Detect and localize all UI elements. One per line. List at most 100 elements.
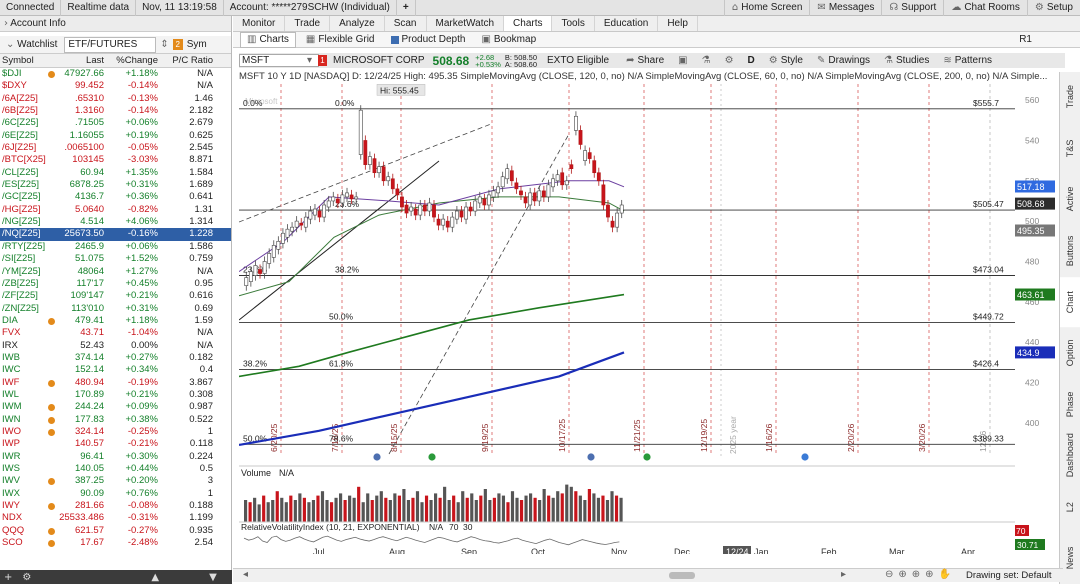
product-depth-subtab[interactable]: Product Depth [385, 33, 472, 47]
event-marker-icon[interactable] [643, 453, 651, 461]
side-tab-l2[interactable]: L2 [1060, 482, 1080, 532]
side-tab-trade[interactable]: Trade [1060, 72, 1080, 122]
watchlist-row[interactable]: /ZF[Z25] 109'147 +0.21% 0.616 [0, 290, 231, 302]
side-tab-chart[interactable]: Chart [1060, 276, 1080, 327]
watchlist-row[interactable]: IWB 374.14 +0.27% 0.182 [0, 352, 231, 364]
link-badge[interactable]: 1 [318, 55, 328, 66]
watchlist-row[interactable]: /HG[Z25] 5.0640 -0.82% 1.31 [0, 204, 231, 216]
watchlist-row[interactable]: /CL[Z25] 60.94 +1.35% 1.584 [0, 167, 231, 179]
messages-button[interactable]: ✉ Messages [809, 0, 881, 16]
snapshot-button[interactable]: ▣ [671, 55, 694, 66]
watchlist-row[interactable]: /6A[Z25] .65310 -0.13% 1.46 [0, 93, 231, 105]
watchlist-row[interactable]: IWN 177.83 +0.38% 0.522 [0, 414, 231, 426]
watchlist-row[interactable]: NDX 25533.486 -0.31% 1.199 [0, 512, 231, 524]
flexible-grid-subtab[interactable]: ▦ Flexible Grid [300, 33, 381, 47]
watchlist-row[interactable]: /6J[Z25] .0065100 -0.05% 2.545 [0, 142, 231, 154]
col-last[interactable]: Last [58, 54, 106, 67]
scroll-thumb[interactable] [669, 572, 695, 579]
side-tab-dashboard[interactable]: Dashboard [1060, 430, 1080, 480]
link-badge[interactable]: 2 [172, 39, 183, 50]
watchlist-row[interactable]: IWL 170.89 +0.21% 0.308 [0, 389, 231, 401]
menu-analyze[interactable]: Analyze [330, 16, 385, 31]
menu-marketwatch[interactable]: MarketWatch [427, 16, 505, 31]
side-tab-buttons[interactable]: Buttons [1060, 226, 1080, 276]
home-screen-button[interactable]: ⌂ Home Screen [723, 0, 810, 16]
watchlist-row[interactable]: /ES[Z25] 6878.25 +0.31% 1.689 [0, 179, 231, 191]
style-button[interactable]: ⚙ Style [762, 55, 810, 66]
timeframe-button[interactable]: D [741, 55, 762, 66]
support-button[interactable]: ☊ Support [881, 0, 943, 16]
watchlist-row[interactable]: /6C[Z25] .71505 +0.06% 2.679 [0, 117, 231, 129]
watchlist-row[interactable]: /ZN[Z25] 113'010 +0.31% 0.69 [0, 303, 231, 315]
horizontal-scrollbar[interactable]: ◂ ▸ ⊖⊕⊕⊕✋ Drawing set: Default [233, 568, 1063, 582]
watchlist-row[interactable]: IWO 324.14 -0.25% 1 [0, 426, 231, 438]
watchlist-row[interactable]: DIA 479.41 +1.18% 1.59 [0, 315, 231, 327]
watchlist-row[interactable]: IWC 152.14 +0.34% 0.4 [0, 364, 231, 376]
event-marker-icon[interactable] [428, 453, 436, 461]
watchlist-row[interactable]: IRX 52.43 0.00% N/A [0, 340, 231, 352]
side-tab-option-chain[interactable]: Option Chain [1060, 328, 1080, 378]
menu-help[interactable]: Help [658, 16, 698, 31]
col-symbol[interactable]: Symbol [0, 54, 50, 67]
settings-button[interactable]: ⚙ [718, 55, 741, 66]
drawings-button[interactable]: ✎ Drawings [810, 55, 877, 66]
event-marker-icon[interactable] [801, 453, 809, 461]
side-tab-t-s[interactable]: T&S [1060, 123, 1080, 173]
setup-button[interactable]: ⚙ Setup [1026, 0, 1080, 16]
watchlist-row[interactable]: IWS 140.05 +0.44% 0.5 [0, 463, 231, 475]
chevron-down-icon[interactable]: ▼ [209, 572, 217, 583]
studies-button[interactable]: ⚗ Studies [877, 55, 936, 66]
scroll-right-icon[interactable]: ▸ [841, 569, 846, 580]
watchlist-row[interactable]: /6B[Z25] 1.3160 -0.14% 2.182 [0, 105, 231, 117]
menu-tools[interactable]: Tools [552, 16, 595, 31]
watchlist-row[interactable]: IWV 387.25 +0.20% 3 [0, 475, 231, 487]
watchlist-row[interactable]: SCO 17.67 -2.48% 2.54 [0, 537, 231, 549]
col-change[interactable]: %Change [106, 54, 158, 67]
sort-icon[interactable]: ⇕ [160, 39, 168, 50]
watchlist-row[interactable]: IWM 244.24 +0.09% 0.987 [0, 401, 231, 413]
chevron-up-icon[interactable]: ▲ [151, 572, 159, 583]
chat-rooms-button[interactable]: ☁ Chat Rooms [943, 0, 1027, 16]
menu-scan[interactable]: Scan [385, 16, 427, 31]
price-chart[interactable]: Microsoft6/20/25 7/18/25 8/15/25 9/19/25 10/… [239, 84, 1015, 554]
watchlist-row[interactable]: /NQ[Z25] 25673.50 -0.16% 1.228 [0, 228, 231, 241]
watchlist-row[interactable]: /SI[Z25] 51.075 +1.52% 0.759 [0, 253, 231, 265]
menu-trade[interactable]: Trade [285, 16, 331, 31]
symbol-dropdown-icon[interactable]: ▾ [307, 55, 312, 66]
watchlist-row[interactable]: $DXY 99.452 -0.14% N/A [0, 80, 231, 92]
watchlist-row[interactable]: QQQ 621.57 -0.27% 0.935 [0, 525, 231, 537]
watchlist-row[interactable]: /NG[Z25] 4.514 +4.06% 1.314 [0, 216, 231, 228]
watchlist-row[interactable]: IWR 96.41 +0.30% 0.224 [0, 451, 231, 463]
side-tab-news[interactable]: News [1060, 533, 1080, 583]
event-marker-icon[interactable] [373, 453, 381, 461]
col-pc-ratio[interactable]: P/C Ratio [158, 54, 216, 67]
watchlist-row[interactable]: /ZB[Z25] 117'17 +0.45% 0.95 [0, 278, 231, 290]
scroll-left-icon[interactable]: ◂ [243, 569, 248, 580]
add-tab-button[interactable]: + [397, 0, 416, 16]
price-axis[interactable]: 560540520500480460440420400517.18508.684… [1015, 84, 1055, 554]
account-selector[interactable]: Account: *****279SCHW (Individual) [224, 0, 397, 16]
charts-subtab[interactable]: ▥ Charts [240, 31, 296, 48]
account-info-header[interactable]: › Account Info [0, 16, 231, 32]
menu-charts[interactable]: Charts [504, 16, 553, 31]
watchlist-row[interactable]: FVX 43.71 -1.04% N/A [0, 327, 231, 339]
patterns-button[interactable]: ≋ Patterns [936, 55, 999, 66]
side-tab-active-trader[interactable]: Active Trader [1060, 174, 1080, 224]
gear-icon[interactable]: ⚙ [22, 572, 31, 583]
watchlist-row[interactable]: /BTC[X25] 103145 -3.03% 8.871 [0, 154, 231, 166]
bookmap-subtab[interactable]: ▣ Bookmap [475, 33, 542, 47]
watchlist-row[interactable]: $DJI 47927.66 +1.18% N/A [0, 68, 231, 80]
watchlist-select[interactable]: ETF/FUTURES [64, 36, 157, 53]
side-tab-phase-scores[interactable]: Phase Scores [1060, 379, 1080, 429]
watchlist-row[interactable]: /6E[Z25] 1.16055 +0.19% 0.625 [0, 130, 231, 142]
zoom-tools[interactable]: ⊖⊕⊕⊕✋ [885, 569, 956, 580]
watchlist-row[interactable]: /RTY[Z25] 2465.9 +0.06% 1.586 [0, 241, 231, 253]
share-button[interactable]: ➦ Share [619, 55, 671, 66]
add-icon[interactable]: + [4, 572, 12, 583]
watchlist-row[interactable]: /YM[Z25] 48064 +1.27% N/A [0, 266, 231, 278]
watchlist-row[interactable]: IWP 140.57 -0.21% 0.118 [0, 438, 231, 450]
watchlist-tab[interactable]: ⌄ Watchlist [3, 37, 60, 53]
menu-education[interactable]: Education [595, 16, 659, 31]
watchlist-row[interactable]: /GC[Z25] 4136.7 +0.36% 0.641 [0, 191, 231, 203]
menu-monitor[interactable]: Monitor [233, 16, 286, 31]
